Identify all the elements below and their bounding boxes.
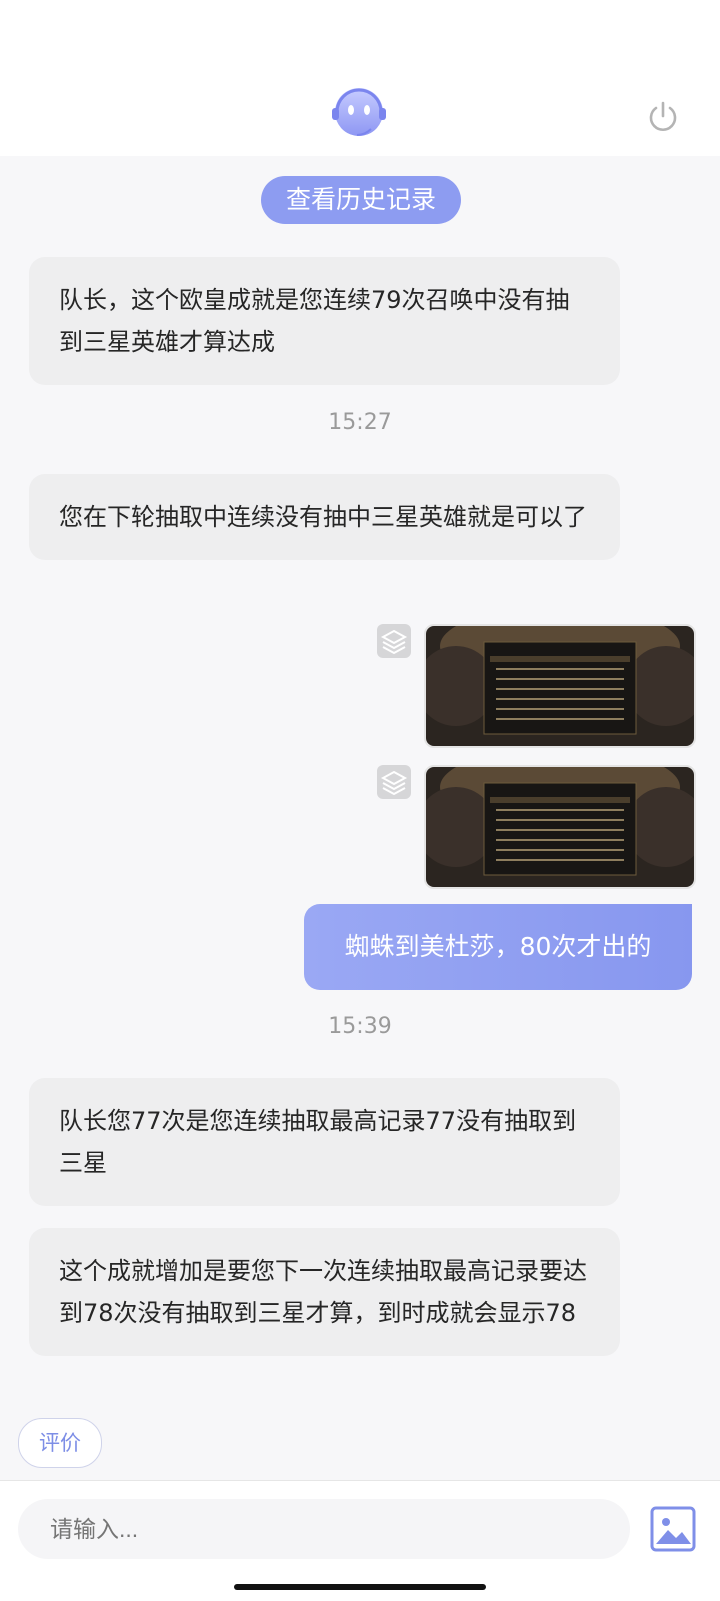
input-bar <box>0 1480 720 1601</box>
user-message: 蜘蛛到美杜莎，80次才出的 <box>304 904 692 990</box>
message-timestamp: 15:27 <box>328 410 392 435</box>
power-icon[interactable] <box>646 100 680 134</box>
bot-message: 队长您77次是您连续抽取最高记录77没有抽取到三星 <box>29 1078 620 1206</box>
bot-message: 这个成就增加是要您下一次连续抽取最高记录要达到78次没有抽取到三星才算，到时成就… <box>29 1228 620 1356</box>
home-indicator <box>234 1584 486 1590</box>
view-history-button[interactable]: 查看历史记录 <box>261 176 461 224</box>
message-timestamp: 15:39 <box>328 1014 392 1039</box>
image-message-thumbnail[interactable] <box>424 624 696 748</box>
bot-message: 队长，这个欧皇成就是您连续79次召唤中没有抽到三星英雄才算达成 <box>29 257 620 385</box>
layers-icon[interactable] <box>377 765 411 799</box>
image-message-thumbnail[interactable] <box>424 765 696 889</box>
image-icon[interactable] <box>650 1506 696 1552</box>
robot-headset-avatar-icon <box>332 88 386 136</box>
layers-icon[interactable] <box>377 624 411 658</box>
bot-message: 您在下轮抽取中连续没有抽中三星英雄就是可以了 <box>29 474 620 560</box>
message-input[interactable] <box>18 1499 630 1559</box>
top-bar <box>0 0 720 156</box>
rate-button[interactable]: 评价 <box>18 1418 102 1468</box>
